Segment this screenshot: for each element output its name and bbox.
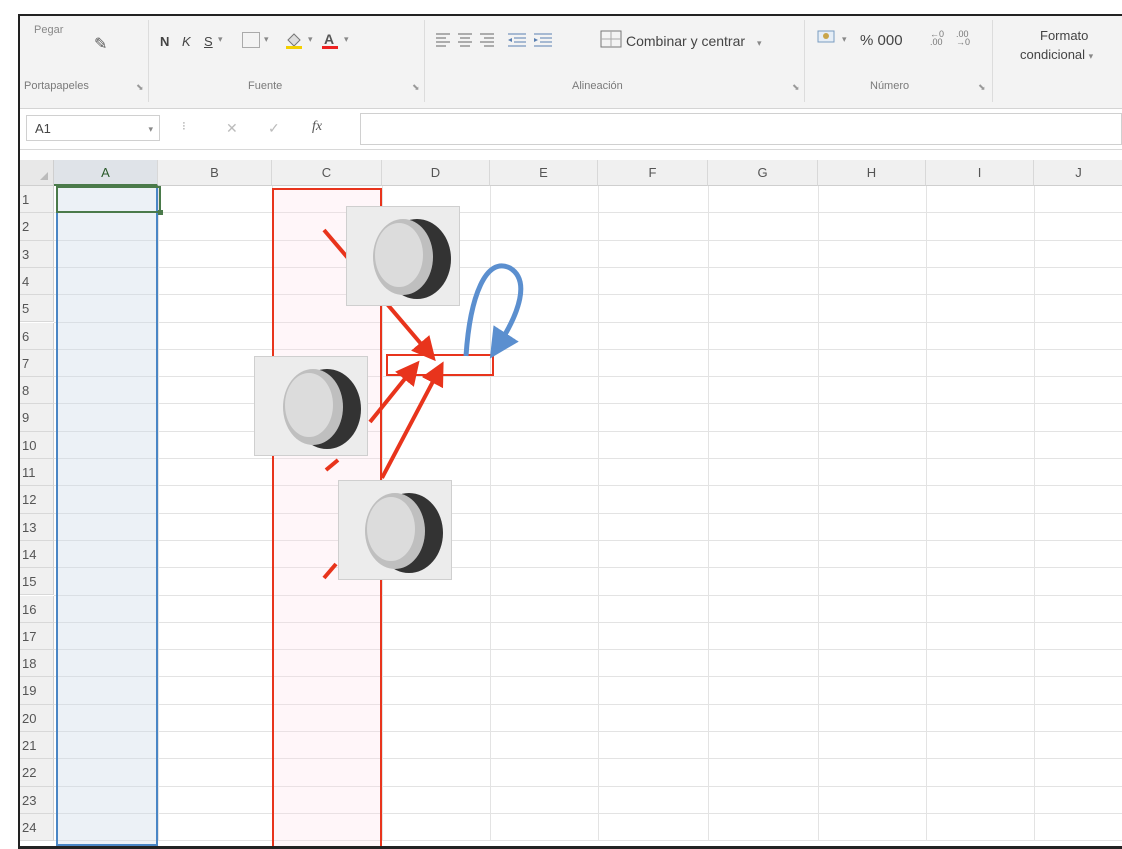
knob-image [346,206,460,306]
blue-loop-arrow [463,263,524,359]
red-arrow [380,361,444,479]
knob-image [338,480,452,580]
red-arrow-tail [322,562,338,580]
red-arrow [368,360,420,424]
knob-image [254,356,368,456]
excel-window: Pegar ✎ Portapapeles ⬊ N K S ▾ ▾ ▾ A ▾ F… [18,14,1122,849]
red-arrow-tail [324,458,340,472]
annotation-arrows [322,228,524,580]
